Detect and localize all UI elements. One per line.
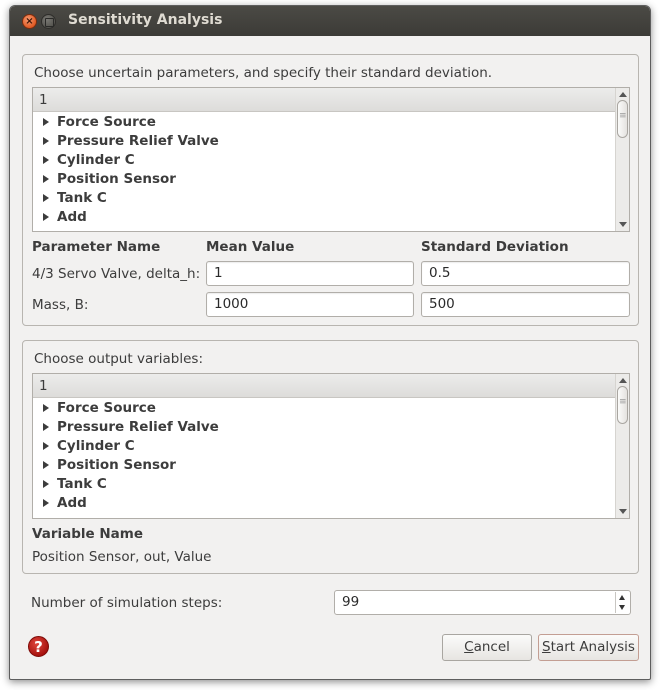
tree-item-label: Tank C (57, 190, 107, 206)
variable-name-header: Variable Name (32, 526, 143, 542)
cancel-label: ancel (473, 639, 510, 655)
expand-triangle-icon[interactable] (43, 137, 49, 145)
expand-triangle-icon[interactable] (43, 213, 49, 221)
tree-item-label: Cylinder C (57, 152, 135, 168)
parameter-tree-header[interactable]: 1 (33, 88, 615, 112)
tree-item-position-sensor[interactable]: Position Sensor (33, 170, 615, 189)
increment-icon[interactable] (619, 595, 625, 600)
tree-item-cylinder-c[interactable]: Cylinder C (33, 437, 615, 456)
tree-item-label: Tank C (57, 476, 107, 492)
parameter-tree-items: Force Source Pressure Relief Valve Cylin… (33, 113, 615, 231)
title-bar: × Sensitivity Analysis (10, 6, 650, 36)
standard-deviation-input[interactable]: 0.5 (421, 261, 630, 286)
simulation-steps-label: Number of simulation steps: (31, 595, 223, 611)
expand-triangle-icon[interactable] (43, 118, 49, 126)
tree-item-add[interactable]: Add (33, 494, 615, 513)
minimize-window-button[interactable] (41, 14, 56, 29)
expand-triangle-icon[interactable] (43, 404, 49, 412)
tree-item-label: Position Sensor (57, 171, 176, 187)
scroll-up-icon[interactable] (619, 378, 627, 383)
expand-triangle-icon[interactable] (43, 156, 49, 164)
tree-item-pressure-relief-valve[interactable]: Pressure Relief Valve (33, 418, 615, 437)
start-label: tart Analysis (550, 639, 635, 655)
parameter-name-header: Parameter Name (32, 239, 161, 255)
window-title: Sensitivity Analysis (68, 12, 223, 28)
mean-value-header: Mean Value (206, 239, 295, 255)
selected-output-variable: Position Sensor, out, Value (32, 549, 212, 565)
output-tree-items: Force Source Pressure Relief Valve Cylin… (33, 399, 615, 518)
close-window-button[interactable]: × (22, 14, 37, 29)
parameter-tree[interactable]: 1 Force Source Pressure Relief Valve Cyl… (32, 87, 630, 232)
tree-item-label: Force Source (57, 114, 156, 130)
expand-triangle-icon[interactable] (43, 461, 49, 469)
close-icon: × (25, 16, 34, 27)
scroll-down-icon[interactable] (619, 509, 627, 514)
tree-item-force-source[interactable]: Force Source (33, 399, 615, 418)
expand-triangle-icon[interactable] (43, 499, 49, 507)
mean-value-input[interactable]: 1 (206, 261, 414, 286)
simulation-steps-spinbox[interactable]: 99 (334, 590, 631, 615)
expand-triangle-icon[interactable] (43, 480, 49, 488)
decrement-icon[interactable] (619, 605, 625, 610)
output-variables-group: Choose output variables: 1 Force Source … (22, 340, 639, 574)
start-mnemonic: S (542, 639, 551, 655)
tree-item-label: Pressure Relief Valve (57, 419, 219, 435)
standard-deviation-input[interactable]: 500 (421, 292, 630, 317)
sensitivity-analysis-dialog: × Sensitivity Analysis Choose uncertain … (9, 5, 651, 680)
tree-item-position-sensor[interactable]: Position Sensor (33, 456, 615, 475)
tree-item-label: Add (57, 495, 87, 511)
scroll-up-icon[interactable] (619, 92, 627, 97)
expand-triangle-icon[interactable] (43, 423, 49, 431)
tree-item-tank-c[interactable]: Tank C (33, 475, 615, 494)
scroll-thumb[interactable] (617, 386, 628, 424)
mean-value-input[interactable]: 1000 (206, 292, 414, 317)
tree-item-label: Cylinder C (57, 438, 135, 454)
output-tree-header[interactable]: 1 (33, 374, 615, 398)
tree-item-label: Add (57, 209, 87, 225)
scroll-thumb[interactable] (617, 100, 628, 138)
output-variables-title: Choose output variables: (34, 351, 203, 367)
tree-item-label: Position Sensor (57, 457, 176, 473)
output-tree-scrollbar[interactable] (615, 374, 629, 518)
parameter-tree-scrollbar[interactable] (615, 88, 629, 231)
expand-triangle-icon[interactable] (43, 442, 49, 450)
standard-deviation-header: Standard Deviation (421, 239, 569, 255)
help-icon[interactable]: ? (28, 636, 49, 657)
parameter-name-label: 4/3 Servo Valve, delta_h: (32, 266, 201, 282)
uncertain-parameters-group: Choose uncertain parameters, and specify… (22, 54, 639, 326)
start-analysis-button[interactable]: Start Analysis (538, 634, 639, 661)
tree-item-add[interactable]: Add (33, 208, 615, 227)
expand-triangle-icon[interactable] (43, 175, 49, 183)
tree-item-pressure-relief-valve[interactable]: Pressure Relief Valve (33, 132, 615, 151)
expand-triangle-icon[interactable] (43, 194, 49, 202)
spin-buttons[interactable] (615, 592, 629, 613)
uncertain-parameters-title: Choose uncertain parameters, and specify… (34, 65, 493, 81)
tree-item-label: Pressure Relief Valve (57, 133, 219, 149)
output-tree[interactable]: 1 Force Source Pressure Relief Valve Cyl… (32, 373, 630, 519)
cancel-button[interactable]: Cancel (442, 634, 532, 661)
parameter-name-label: Mass, B: (32, 297, 89, 313)
tree-item-force-source[interactable]: Force Source (33, 113, 615, 132)
simulation-steps-value: 99 (342, 594, 360, 610)
scroll-down-icon[interactable] (619, 222, 627, 227)
tree-item-cylinder-c[interactable]: Cylinder C (33, 151, 615, 170)
tree-item-tank-c[interactable]: Tank C (33, 189, 615, 208)
tree-item-label: Force Source (57, 400, 156, 416)
cancel-mnemonic: C (464, 639, 474, 655)
